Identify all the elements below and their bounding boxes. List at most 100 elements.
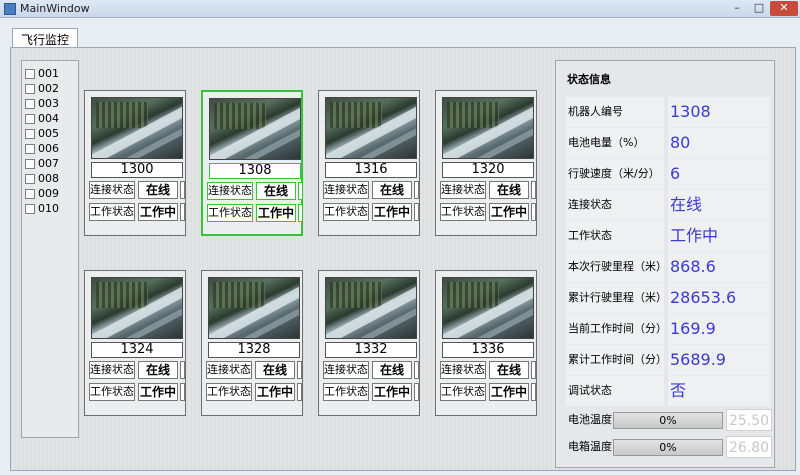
robot-card[interactable]: 1300 连接状态 在线 工作状态 工作中	[84, 90, 186, 236]
flight-monitor-pane: 001 002 003 004 005 006 007 008 009 010 …	[10, 47, 796, 471]
robot-card[interactable]: 1320 连接状态 在线 工作状态 工作中	[435, 90, 537, 236]
info-label: 机器人编号	[566, 97, 664, 127]
checkbox[interactable]	[25, 98, 35, 109]
indicator	[180, 181, 185, 199]
info-value: 在线	[668, 190, 770, 220]
window-title: MainWindow	[20, 2, 90, 15]
connection-status-value: 在线	[489, 181, 529, 199]
checkbox[interactable]	[25, 128, 35, 139]
info-label: 当前工作时间（分）	[566, 314, 667, 344]
checkbox[interactable]	[25, 83, 35, 94]
robot-checkbox-row[interactable]: 002	[25, 81, 59, 96]
robot-checkbox-row[interactable]: 010	[25, 201, 59, 216]
robot-card[interactable]: 1336 连接状态 在线 工作状态 工作中	[435, 270, 537, 416]
info-value: 工作中	[668, 221, 770, 251]
robot-card[interactable]: 1332 连接状态 在线 工作状态 工作中	[318, 270, 420, 416]
minimize-button[interactable]: –	[726, 1, 748, 16]
robot-id: 1336	[442, 342, 534, 358]
robot-card-selected[interactable]: 1308 连接状态 在线 工作状态 工作中	[201, 90, 303, 236]
checkbox[interactable]	[25, 68, 35, 79]
robot-id: 1328	[208, 342, 300, 358]
info-value: 868.6	[668, 252, 770, 282]
camera-thumbnail	[325, 277, 417, 339]
checkbox-label: 009	[38, 187, 59, 200]
info-row-total-distance: 累计行驶里程（米） 28653.6	[566, 283, 774, 313]
connection-status-label: 连接状态	[206, 361, 252, 379]
checkbox[interactable]	[25, 143, 35, 154]
connection-status-row: 连接状态 在线	[440, 181, 536, 199]
info-row-debug-status: 调试状态 否	[566, 376, 774, 406]
robot-checkbox-row[interactable]: 009	[25, 186, 59, 201]
robot-checkbox-row[interactable]: 006	[25, 141, 59, 156]
robot-id: 1316	[325, 162, 417, 178]
info-row-current-work-time: 当前工作时间（分） 169.9	[566, 314, 774, 344]
work-status-label: 工作状态	[323, 203, 369, 221]
robot-checkbox-row[interactable]: 008	[25, 171, 59, 186]
checkbox[interactable]	[25, 113, 35, 124]
camera-thumbnail	[209, 98, 301, 160]
robot-card[interactable]: 1324 连接状态 在线 工作状态 工作中	[84, 270, 186, 416]
info-row-connection: 连接状态 在线	[566, 190, 774, 220]
robot-checkbox-row[interactable]: 005	[25, 126, 59, 141]
checkbox[interactable]	[25, 158, 35, 169]
work-status-value: 工作中	[256, 204, 296, 222]
indicator	[180, 203, 185, 221]
robot-checkbox-row[interactable]: 004	[25, 111, 59, 126]
robot-checkbox-row[interactable]: 003	[25, 96, 59, 111]
info-value: 80	[668, 128, 770, 158]
info-label: 工作状态	[566, 221, 664, 251]
connection-status-value: 在线	[256, 182, 296, 200]
connection-status-row: 连接状态 在线	[89, 181, 185, 199]
connection-status-row: 连接状态 在线	[206, 361, 302, 379]
tab-flight-monitor[interactable]: 飞行监控	[12, 28, 79, 48]
checkbox-label: 010	[38, 202, 59, 215]
robot-id: 1308	[209, 163, 301, 179]
indicator	[298, 182, 303, 200]
cabinet-temp-progress: 0%	[613, 439, 723, 456]
camera-thumbnail	[208, 277, 300, 339]
work-status-value: 工作中	[372, 383, 412, 401]
indicator	[298, 204, 303, 222]
indicator	[531, 361, 536, 379]
checkbox-label: 004	[38, 112, 59, 125]
work-status-value: 工作中	[138, 203, 178, 221]
indicator	[180, 383, 185, 401]
checkbox[interactable]	[25, 188, 35, 199]
checkbox[interactable]	[25, 173, 35, 184]
info-value: 28653.6	[668, 283, 770, 313]
robot-checkbox-row[interactable]: 001	[25, 66, 59, 81]
robot-id: 1300	[91, 162, 183, 178]
checkbox[interactable]	[25, 203, 35, 214]
info-row-work-status: 工作状态 工作中	[566, 221, 774, 251]
status-panel-title: 状态信息	[567, 73, 611, 86]
work-status-value: 工作中	[255, 383, 295, 401]
indicator	[414, 361, 419, 379]
connection-status-row: 连接状态 在线	[207, 182, 303, 200]
connection-status-row: 连接状态 在线	[323, 181, 419, 199]
info-label: 行驶速度（米/分）	[566, 159, 664, 189]
info-row-speed: 行驶速度（米/分） 6	[566, 159, 774, 189]
checkbox-label: 006	[38, 142, 59, 155]
camera-thumbnail	[91, 277, 183, 339]
info-label: 调试状态	[566, 376, 664, 406]
robot-card[interactable]: 1328 连接状态 在线 工作状态 工作中	[201, 270, 303, 416]
work-status-row: 工作状态 工作中	[89, 203, 185, 221]
work-status-value: 工作中	[138, 383, 178, 401]
robot-card[interactable]: 1316 连接状态 在线 工作状态 工作中	[318, 90, 420, 236]
info-value: 169.9	[668, 314, 770, 344]
connection-status-value: 在线	[255, 361, 295, 379]
robot-checkbox-row[interactable]: 007	[25, 156, 59, 171]
battery-temp-row: 电池温度 0% 25.50	[566, 409, 774, 431]
info-row-robot-id: 机器人编号 1308	[566, 97, 774, 127]
connection-status-value: 在线	[372, 181, 412, 199]
work-status-label: 工作状态	[323, 383, 369, 401]
close-button[interactable]: ✕	[770, 1, 798, 16]
cabinet-temp-label: 电箱温度	[568, 440, 612, 453]
checkbox-label: 003	[38, 97, 59, 110]
connection-status-value: 在线	[372, 361, 412, 379]
work-status-label: 工作状态	[206, 383, 252, 401]
work-status-row: 工作状态 工作中	[207, 204, 303, 222]
maximize-button[interactable]: □	[748, 1, 770, 16]
indicator	[531, 203, 536, 221]
work-status-label: 工作状态	[207, 204, 253, 222]
